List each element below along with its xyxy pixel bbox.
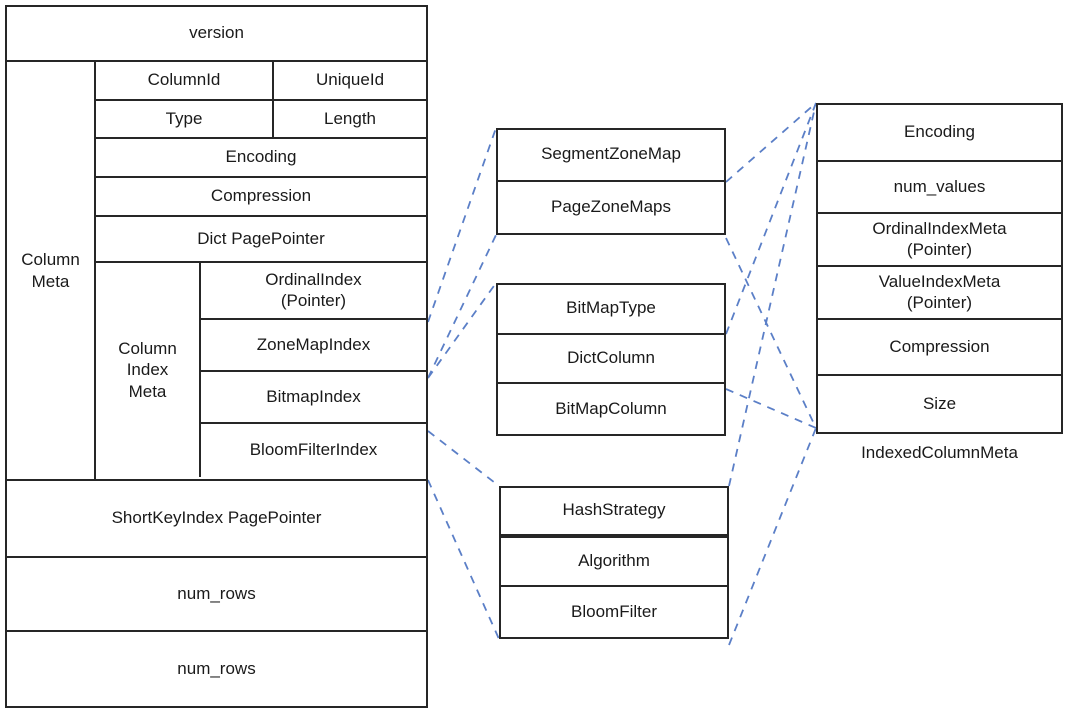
connector-bloombox-to-indexed-bot: [728, 427, 817, 646]
segment-footer-table: version Column Meta ColumnId UniqueId Ty…: [5, 5, 428, 708]
table-row-icm-compression: Compression: [818, 320, 1061, 376]
table-row-segment-zone-map: SegmentZoneMap: [498, 130, 724, 182]
cell-zonemap-index: ZoneMapIndex: [256, 334, 371, 354]
table-row-ordinal-index: OrdinalIndex (Pointer): [201, 263, 426, 320]
cell-type: Type: [96, 101, 274, 137]
connector-bloombox-to-indexed-top: [728, 102, 817, 487]
table-row-compression: Compression: [96, 178, 426, 217]
table-row-type-length: Type Length: [96, 101, 426, 139]
table-row-icm-ordinal-index-meta: OrdinalIndexMeta (Pointer): [818, 214, 1061, 267]
table-row-bloomfilter-index: BloomFilterIndex: [201, 424, 426, 477]
table-row-icm-encoding: Encoding: [818, 105, 1061, 162]
cell-dict-column: DictColumn: [567, 348, 655, 368]
cell-bloomfilter-index: BloomFilterIndex: [249, 440, 378, 460]
indexed-column-meta-caption: IndexedColumnMeta: [861, 443, 1018, 462]
cell-hash-strategy: HashStrategy: [562, 500, 666, 520]
cell-icm-compression: Compression: [889, 336, 990, 356]
table-row-bloom-filter: BloomFilter: [501, 587, 727, 637]
label-column-meta: Column Meta: [7, 62, 96, 479]
cell-column-id: ColumnId: [96, 62, 274, 99]
connector-bitmaptype-to-indexed: [725, 102, 817, 335]
table-row-bitmap-index: BitmapIndex: [201, 372, 426, 424]
cell-bloom-filter: BloomFilter: [571, 601, 657, 621]
label-column-index-meta: Column Index Meta: [96, 263, 201, 477]
connector-zonemap-to-indexed-top: [725, 102, 817, 183]
zone-map-index-box: SegmentZoneMap PageZoneMaps: [496, 128, 726, 235]
cell-icm-size: Size: [922, 393, 957, 413]
cell-num-rows-2: num_rows: [177, 658, 256, 678]
table-row-column-index-meta: Column Index Meta OrdinalIndex (Pointer)…: [96, 263, 426, 477]
cell-compression: Compression: [210, 186, 312, 206]
connector-pagezonemap-to-indexed: [725, 237, 817, 429]
table-row-columnid-uniqueid: ColumnId UniqueId: [96, 62, 426, 101]
table-row-icm-num-values: num_values: [818, 162, 1061, 214]
connector-bloom-top: [427, 430, 500, 487]
column-index-meta-body: OrdinalIndex (Pointer) ZoneMapIndex Bitm…: [201, 263, 426, 477]
cell-unique-id: UniqueId: [315, 70, 385, 90]
cell-bitmap-type: BitMapType: [566, 298, 656, 318]
table-row-zonemap-index: ZoneMapIndex: [201, 320, 426, 372]
table-row-column-meta: Column Meta ColumnId UniqueId Type Lengt…: [7, 62, 426, 481]
cell-dict-pagepointer: Dict PagePointer: [197, 228, 325, 248]
table-row-encoding: Encoding: [96, 139, 426, 178]
cell-page-zone-maps: PageZoneMaps: [550, 196, 672, 216]
bloom-filter-index-box: HashStrategy Algorithm BloomFilter: [499, 486, 729, 639]
cell-version: version: [189, 23, 244, 43]
cell-icm-encoding: Encoding: [904, 122, 975, 142]
connector-zonemap-top: [427, 127, 497, 323]
column-meta-body: ColumnId UniqueId Type Length Encoding C…: [96, 62, 426, 479]
cell-bitmap-index: BitmapIndex: [266, 386, 361, 406]
table-row-num-rows-2: num_rows: [7, 632, 426, 706]
cell-bitmap-column: BitMapColumn: [555, 398, 667, 418]
cell-ordinal-index: OrdinalIndex (Pointer): [265, 269, 362, 310]
cell-num-rows-1: num_rows: [177, 583, 256, 603]
cell-icm-value-index-meta: ValueIndexMeta (Pointer): [878, 271, 1001, 312]
table-row-version: version: [7, 7, 426, 62]
cell-shortkeyindex-pagepointer: ShortKeyIndex PagePointer: [111, 508, 322, 528]
table-row-algorithm: Algorithm: [501, 537, 727, 588]
connector-bloom-bottom: [427, 479, 500, 640]
cell-algorithm: Algorithm: [578, 551, 650, 571]
table-row-page-zone-maps: PageZoneMaps: [498, 181, 724, 233]
connector-bitmap-top: [427, 282, 497, 379]
table-row-bitmap-type: BitMapType: [498, 285, 724, 335]
bitmap-index-box: BitMapType DictColumn BitMapColumn: [496, 283, 726, 436]
cell-encoding: Encoding: [225, 147, 297, 167]
table-row-bitmap-column: BitMapColumn: [498, 384, 724, 434]
table-row-dict-column: DictColumn: [498, 334, 724, 385]
cell-icm-num-values: num_values: [893, 176, 986, 196]
table-row-icm-size: Size: [818, 376, 1061, 432]
connector-bitmapcolumn-to-indexed: [725, 388, 817, 429]
metadata-layout-diagram: version Column Meta ColumnId UniqueId Ty…: [0, 0, 1080, 713]
cell-icm-ordinal-index-meta: OrdinalIndexMeta (Pointer): [872, 218, 1007, 259]
table-row-num-rows-1: num_rows: [7, 558, 426, 632]
table-row-hash-strategy: HashStrategy: [501, 488, 727, 538]
indexed-column-meta-table: Encoding num_values OrdinalIndexMeta (Po…: [816, 103, 1063, 434]
table-row-shortkeyindex-pagepointer: ShortKeyIndex PagePointer: [7, 481, 426, 558]
table-row-icm-value-index-meta: ValueIndexMeta (Pointer): [818, 267, 1061, 320]
table-row-dict-pagepointer: Dict PagePointer: [96, 217, 426, 263]
cell-length: Length: [324, 108, 376, 128]
cell-segment-zone-map: SegmentZoneMap: [541, 144, 681, 164]
connector-zonemap-bottom: [427, 234, 497, 379]
